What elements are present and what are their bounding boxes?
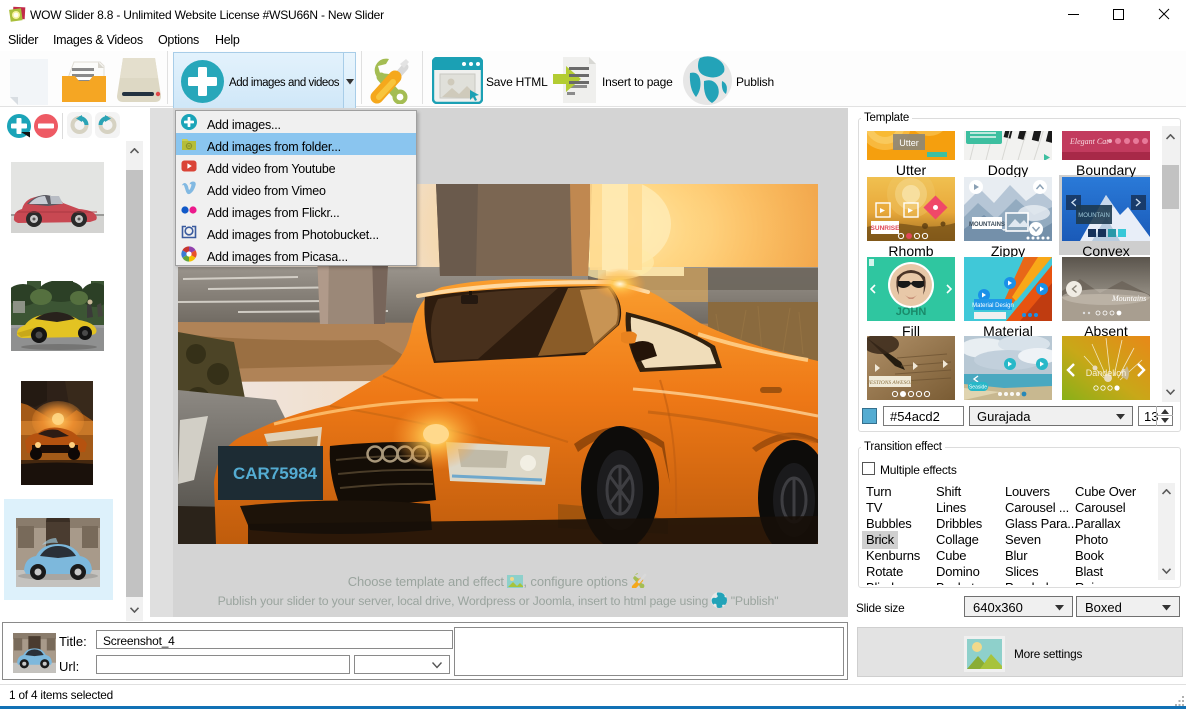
svg-text:Material Design: Material Design <box>972 303 1014 309</box>
svg-text:Seaside: Seaside <box>969 385 987 391</box>
svg-text:SUNRISE: SUNRISE <box>871 225 901 232</box>
svg-text:Utter: Utter <box>899 138 919 148</box>
svg-text:MOUNTAIN: MOUNTAIN <box>1078 213 1110 219</box>
svg-text:JOHN: JOHN <box>896 306 927 318</box>
svg-text:MOUNTAINS: MOUNTAINS <box>969 222 1005 228</box>
svg-text:Dandelion: Dandelion <box>1086 368 1127 378</box>
svg-text:Elegant Cat: Elegant Cat <box>1069 137 1109 146</box>
svg-text:Mountains: Mountains <box>1111 294 1146 303</box>
svg-text:OUESTIONS AWESOME: OUESTIONS AWESOME <box>867 380 919 386</box>
